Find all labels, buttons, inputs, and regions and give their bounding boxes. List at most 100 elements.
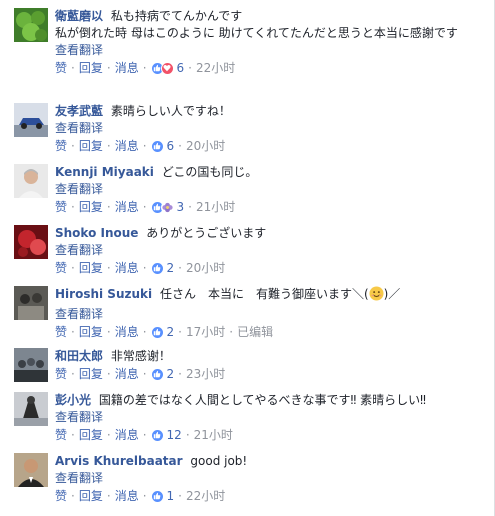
reaction-count: 1 — [166, 489, 175, 503]
see-translation-link[interactable]: 查看翻译 — [55, 409, 488, 426]
see-translation-link[interactable]: 查看翻译 — [55, 181, 488, 198]
edited-label[interactable]: 已编辑 — [237, 323, 273, 341]
like-button[interactable]: 赞 — [55, 259, 67, 277]
comment-text: 素晴らしい人ですね！ — [110, 104, 231, 118]
avatar[interactable] — [14, 164, 48, 198]
avatar[interactable] — [14, 348, 48, 382]
reaction-count: 3 — [176, 200, 185, 214]
comment-actions: 赞 · 回复 · 消息 · 2 · 20小时 — [55, 259, 488, 277]
like-button[interactable]: 赞 — [55, 487, 67, 505]
see-translation-link[interactable]: 查看翻译 — [55, 120, 488, 137]
reaction-summary[interactable]: 12 — [150, 426, 182, 444]
see-translation-link[interactable]: 查看翻译 — [55, 306, 488, 323]
separator-dot: · — [71, 325, 75, 339]
comment-body: Hiroshi Suzuki 任さん 本当に 有難う御座います＼()／ 查看翻译… — [55, 286, 488, 341]
flower-reaction-icon — [160, 200, 174, 214]
see-translation-link[interactable]: 查看翻译 — [55, 470, 488, 487]
reaction-summary[interactable]: 2 — [150, 365, 175, 383]
reaction-count: 2 — [166, 367, 175, 381]
comment-text: 任さん 本当に 有難う御座います＼()／ — [160, 286, 400, 301]
avatar[interactable] — [14, 8, 48, 42]
avatar[interactable] — [14, 453, 48, 487]
reply-button[interactable]: 回复 — [79, 59, 103, 77]
comment-author[interactable]: 友孝武藍 — [55, 104, 103, 118]
separator-dot: · — [71, 428, 75, 442]
see-translation-link[interactable]: 查看翻译 — [55, 42, 488, 59]
separator-dot: · — [142, 200, 147, 214]
like-button[interactable]: 赞 — [55, 323, 67, 341]
comment-timestamp[interactable]: 21小时 — [194, 426, 233, 444]
message-button[interactable]: 消息 — [115, 259, 139, 277]
message-button[interactable]: 消息 — [115, 59, 139, 77]
love-reaction-icon — [160, 61, 174, 75]
message-button[interactable]: 消息 — [115, 487, 139, 505]
like-button[interactable]: 赞 — [55, 365, 67, 383]
separator-dot: · — [178, 367, 182, 381]
comment-body: 衛藍磨以 私も持病でてんかんです 私が倒れた時 母はこのように 助けてくれてたん… — [55, 8, 488, 77]
avatar[interactable] — [14, 225, 48, 259]
comment-body: 友孝武藍 素晴らしい人ですね！ 查看翻译 赞 · 回复 · 消息 · 6 · 2… — [55, 103, 488, 155]
separator-dot: · — [106, 139, 111, 153]
like-button[interactable]: 赞 — [55, 426, 67, 444]
separator-dot: · — [142, 325, 147, 339]
reaction-summary[interactable]: 6 — [150, 137, 174, 155]
separator-dot: · — [71, 367, 75, 381]
separator-dot: · — [142, 428, 147, 442]
comment-author[interactable]: Shoko Inoue — [55, 226, 138, 240]
reaction-summary[interactable]: 1 — [150, 487, 175, 505]
comment-body: 彭小光 国籍の差ではなく人間としてやるべきな事です‼ 素晴らしい‼ 查看翻译 赞… — [55, 392, 488, 444]
message-button[interactable]: 消息 — [115, 426, 139, 444]
like-button[interactable]: 赞 — [55, 198, 67, 216]
reaction-count: 12 — [166, 428, 182, 442]
comment-actions: 赞 · 回复 · 消息 · 6 · 22小时 — [55, 59, 488, 77]
message-button[interactable]: 消息 — [115, 137, 139, 155]
comment-author[interactable]: Hiroshi Suzuki — [55, 287, 152, 301]
reply-button[interactable]: 回复 — [79, 426, 103, 444]
like-reaction-icon — [150, 428, 164, 442]
comment-timestamp[interactable]: 22小时 — [196, 59, 235, 77]
comment-timestamp[interactable]: 22小时 — [186, 487, 225, 505]
comment-actions: 赞 · 回复 · 消息 · 6 · 20小时 — [55, 137, 488, 155]
comment-text: 私も持病でてんかんです — [110, 9, 243, 23]
separator-dot: · — [71, 139, 75, 153]
comment-text-continued: 私が倒れた時 母はこのように 助けてくれてたんだと思うと本当に感謝です — [55, 26, 458, 40]
comment-author[interactable]: 衛藍磨以 — [55, 9, 103, 23]
reply-button[interactable]: 回复 — [79, 137, 103, 155]
comment-timestamp[interactable]: 23小时 — [186, 365, 225, 383]
reply-button[interactable]: 回复 — [79, 259, 103, 277]
comment-text: ありがとうございます — [146, 226, 267, 240]
reply-button[interactable]: 回复 — [79, 323, 103, 341]
comment-actions: 赞 · 回复 · 消息 · 2 · 17小时 · 已编辑 — [55, 323, 488, 341]
separator-dot: · — [185, 428, 190, 442]
reply-button[interactable]: 回复 — [79, 365, 103, 383]
separator-dot: · — [106, 200, 111, 214]
like-reaction-icon — [150, 139, 164, 153]
comment-timestamp[interactable]: 17小时 — [186, 323, 225, 341]
reaction-summary[interactable]: 2 — [150, 323, 174, 341]
avatar[interactable] — [14, 103, 48, 137]
like-button[interactable]: 赞 — [55, 137, 67, 155]
reaction-summary[interactable]: 3 — [150, 198, 185, 216]
like-button[interactable]: 赞 — [55, 59, 67, 77]
avatar[interactable] — [14, 286, 48, 320]
reaction-summary[interactable]: 2 — [150, 259, 174, 277]
comment-author[interactable]: Arvis Khurelbaatar — [55, 454, 183, 468]
message-button[interactable]: 消息 — [115, 365, 139, 383]
comment-body: Shoko Inoue ありがとうございます 查看翻译 赞 · 回复 · 消息 … — [55, 225, 488, 277]
comment-timestamp[interactable]: 20小时 — [186, 137, 225, 155]
separator-dot: · — [142, 261, 147, 275]
message-button[interactable]: 消息 — [115, 198, 139, 216]
message-button[interactable]: 消息 — [115, 323, 139, 341]
comment-author[interactable]: 彭小光 — [55, 393, 91, 407]
reply-button[interactable]: 回复 — [79, 198, 103, 216]
avatar[interactable] — [14, 392, 48, 426]
comment-timestamp[interactable]: 21小时 — [196, 198, 235, 216]
comment-actions: 赞 · 回复 · 消息 · 3 · 21小时 — [55, 198, 488, 216]
comment-author[interactable]: 和田太郎 — [55, 349, 103, 363]
reaction-summary[interactable]: 6 — [150, 59, 184, 77]
like-reaction-icon — [150, 325, 164, 339]
comment-timestamp[interactable]: 20小时 — [186, 259, 225, 277]
see-translation-link[interactable]: 查看翻译 — [55, 242, 488, 259]
comment-author[interactable]: Kennji Miyaaki — [55, 165, 154, 179]
reply-button[interactable]: 回复 — [79, 487, 103, 505]
